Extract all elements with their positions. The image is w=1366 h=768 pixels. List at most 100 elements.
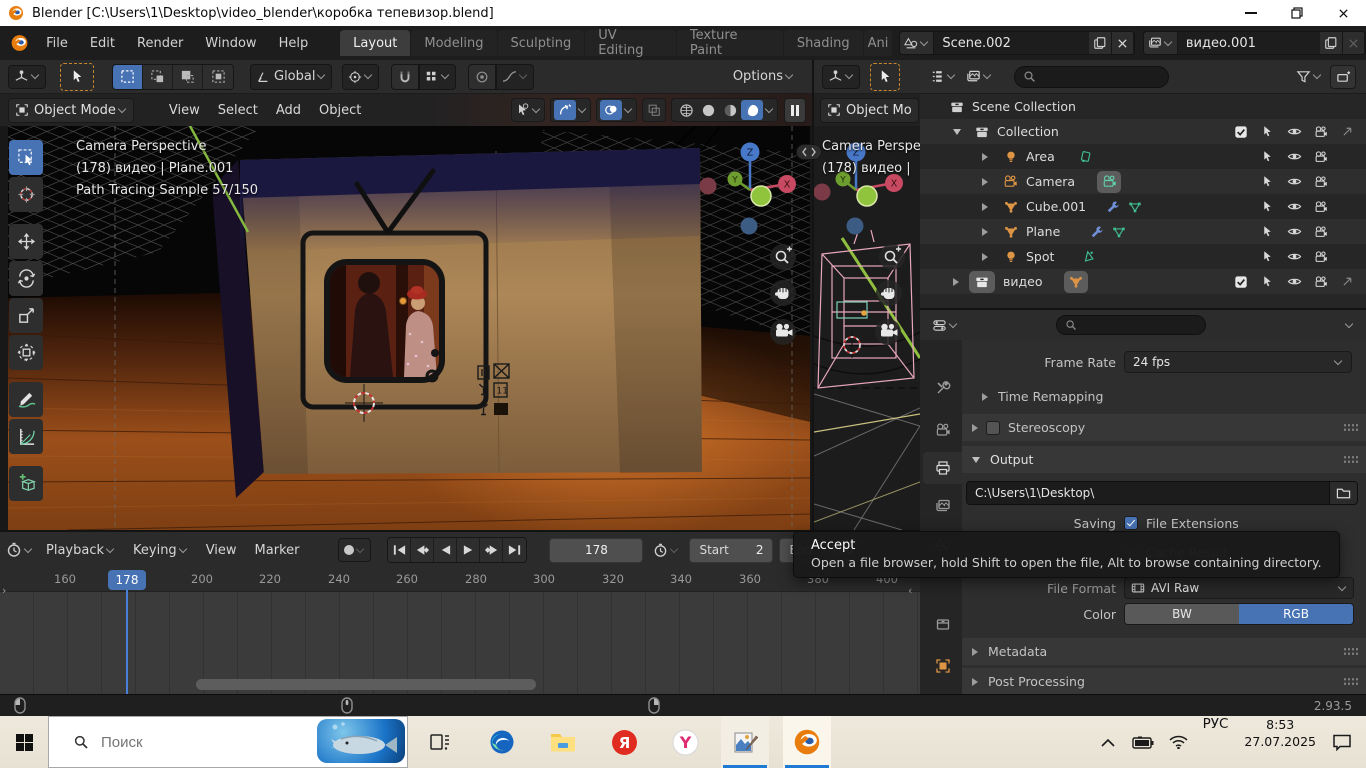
scene-unlink-button[interactable] bbox=[1112, 32, 1134, 54]
scene-browse-button[interactable] bbox=[900, 32, 934, 54]
file-format-dropdown[interactable]: AVI Raw bbox=[1124, 577, 1354, 599]
viewport-menu-view[interactable]: View bbox=[160, 98, 209, 122]
hide-eye-icon[interactable] bbox=[1287, 249, 1302, 264]
color-bw-button[interactable]: BW bbox=[1125, 604, 1239, 624]
snap-toggle[interactable] bbox=[391, 64, 419, 90]
active-tool-button-2[interactable] bbox=[870, 63, 900, 91]
mode-dropdown-2[interactable]: Object Mo bbox=[820, 98, 919, 123]
viewport-nav-buttons[interactable] bbox=[770, 244, 796, 345]
xray-toggle[interactable] bbox=[642, 98, 666, 122]
tool-add-cube[interactable] bbox=[9, 466, 43, 501]
tab-tool[interactable] bbox=[923, 372, 962, 404]
scene-name[interactable]: Scene.002 bbox=[934, 32, 1089, 54]
timeline-scrollbar[interactable] bbox=[196, 679, 536, 690]
window-titlebar[interactable]: Blender [C:\Users\1\Desktop\video_blende… bbox=[0, 0, 1366, 26]
properties-search-input[interactable] bbox=[1056, 315, 1206, 335]
outliner-editor-type-button[interactable] bbox=[930, 69, 956, 84]
pivot-point-dropdown[interactable] bbox=[342, 64, 379, 90]
prev-keyframe-button[interactable] bbox=[411, 538, 434, 562]
outliner-row-cube[interactable]: Cube.001 bbox=[920, 194, 1366, 219]
holdout-icon[interactable] bbox=[1341, 125, 1354, 138]
workspace-tab-uvediting[interactable]: UV Editing bbox=[585, 30, 676, 56]
viewlayer-remove-button[interactable] bbox=[1343, 32, 1365, 54]
tool-select-box[interactable] bbox=[9, 140, 43, 175]
marker-menu[interactable]: Marker bbox=[246, 543, 309, 558]
mode-dropdown[interactable]: Object Mode bbox=[8, 98, 134, 123]
drag-grip[interactable] bbox=[1343, 423, 1358, 432]
menu-edit[interactable]: Edit bbox=[79, 31, 126, 55]
shading-rendered[interactable] bbox=[741, 100, 763, 120]
timeline-left-expand-arrow[interactable]: › bbox=[2, 584, 6, 597]
tool-cursor[interactable] bbox=[9, 177, 43, 212]
selectable-icon[interactable] bbox=[1261, 150, 1274, 163]
tab-output[interactable] bbox=[923, 452, 962, 484]
minimize-button[interactable] bbox=[1228, 0, 1274, 26]
workspace-tab-sculpting[interactable]: Sculpting bbox=[498, 30, 585, 56]
stereoscopy-panel[interactable]: Stereoscopy bbox=[962, 414, 1366, 441]
tab-world[interactable] bbox=[923, 608, 962, 640]
outliner-row-collection[interactable]: Collection bbox=[920, 119, 1366, 144]
outliner-display-mode-button[interactable] bbox=[966, 69, 992, 84]
edge-browser-button[interactable] bbox=[478, 716, 526, 768]
render-visibility-icon[interactable] bbox=[1314, 275, 1328, 289]
stereoscopy-checkbox[interactable] bbox=[986, 421, 1000, 435]
snap-settings-dropdown[interactable] bbox=[419, 64, 456, 90]
post-processing-panel[interactable]: Post Processing bbox=[962, 668, 1366, 695]
workspace-tab-layout[interactable]: Layout bbox=[340, 30, 410, 56]
viewlayer-copy-button[interactable] bbox=[1320, 32, 1343, 54]
collection-checkbox[interactable] bbox=[1234, 125, 1248, 139]
selectable-icon[interactable] bbox=[1261, 175, 1274, 188]
blender-app-button[interactable] bbox=[783, 716, 831, 768]
outliner-row-area[interactable]: Area bbox=[920, 144, 1366, 169]
tab-render[interactable] bbox=[923, 414, 962, 446]
sync-menu-button[interactable] bbox=[653, 543, 679, 558]
yandex-start-button[interactable]: Y bbox=[661, 716, 709, 768]
start-button[interactable] bbox=[0, 716, 48, 768]
metadata-panel[interactable]: Metadata bbox=[962, 638, 1366, 665]
drag-grip[interactable] bbox=[1343, 677, 1358, 686]
render-visibility-icon[interactable] bbox=[1314, 225, 1328, 239]
jump-to-end-button[interactable] bbox=[503, 538, 526, 562]
transform-orientation-dropdown[interactable]: Global bbox=[250, 64, 332, 90]
time-remapping-panel[interactable]: Time Remapping bbox=[982, 389, 1103, 404]
tab-view-layer[interactable] bbox=[923, 490, 962, 522]
viewport-splitter[interactable] bbox=[796, 144, 822, 160]
outliner-row-video[interactable]: видео bbox=[920, 269, 1366, 294]
blender-menu-icon[interactable] bbox=[10, 34, 29, 52]
workspace-tab-shading[interactable]: Shading bbox=[784, 30, 863, 56]
tray-chevron-up[interactable] bbox=[1101, 716, 1115, 768]
file-explorer-button[interactable] bbox=[539, 716, 587, 768]
play-button[interactable] bbox=[457, 538, 480, 562]
outliner-row-plane[interactable]: Plane bbox=[920, 219, 1366, 244]
render-visibility-icon[interactable] bbox=[1314, 125, 1328, 139]
viewport-menu-object[interactable]: Object bbox=[310, 98, 370, 122]
gizmos-toggle[interactable] bbox=[550, 98, 591, 122]
proportional-falloff-dropdown[interactable] bbox=[496, 64, 534, 90]
timeline-right-expand-arrow[interactable]: ‹ bbox=[908, 584, 912, 597]
tool-rotate[interactable] bbox=[9, 261, 43, 296]
outliner-row-camera[interactable]: Camera bbox=[920, 169, 1366, 194]
taskbar-search-box[interactable] bbox=[48, 716, 408, 768]
hide-eye-icon[interactable] bbox=[1287, 199, 1302, 214]
notification-center-button[interactable] bbox=[1332, 716, 1352, 768]
playback-menu[interactable]: Playback bbox=[37, 543, 124, 558]
object-visibility-dropdown[interactable] bbox=[511, 98, 545, 122]
hide-eye-icon[interactable] bbox=[1287, 149, 1302, 164]
collection-checkbox[interactable] bbox=[1234, 275, 1248, 289]
hide-eye-icon[interactable] bbox=[1287, 224, 1302, 239]
viewport-3d-secondary[interactable]: Y Z X Object Mo bbox=[814, 94, 920, 530]
yandex-browser-button[interactable]: Я bbox=[600, 716, 648, 768]
shading-wireframe[interactable] bbox=[675, 100, 697, 120]
tool-annotate[interactable] bbox=[9, 382, 43, 417]
jump-to-start-button[interactable] bbox=[388, 538, 411, 562]
expand-icon[interactable] bbox=[982, 203, 988, 211]
viewport-menu-add[interactable]: Add bbox=[267, 98, 310, 122]
wifi-icon[interactable] bbox=[1169, 716, 1188, 768]
expand-icon[interactable] bbox=[982, 178, 988, 186]
view-menu[interactable]: View bbox=[197, 543, 246, 558]
selectable-icon[interactable] bbox=[1261, 125, 1274, 138]
properties-options-chevron[interactable] bbox=[1345, 319, 1353, 327]
search-highlight-image[interactable] bbox=[317, 719, 405, 763]
hide-eye-icon[interactable] bbox=[1287, 124, 1302, 139]
outliner-filter-button[interactable] bbox=[1296, 69, 1322, 84]
